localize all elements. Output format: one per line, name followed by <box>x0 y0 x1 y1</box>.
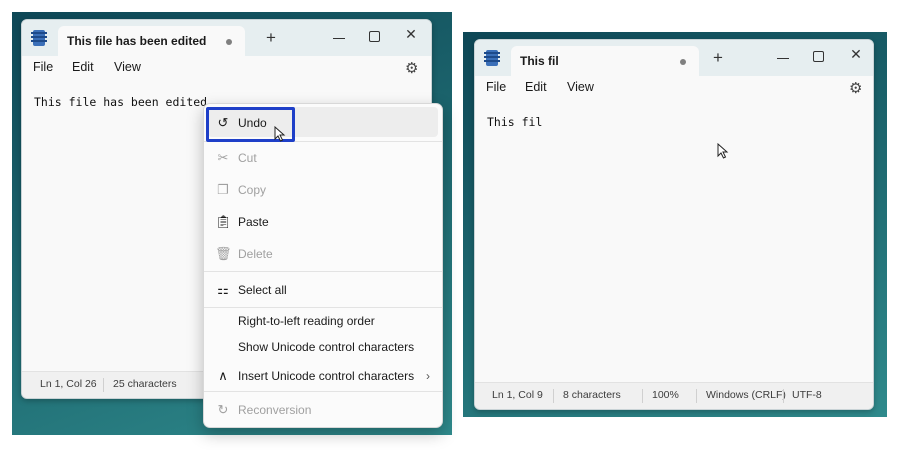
close-icon: ✕ <box>850 46 862 62</box>
menu-item-paste[interactable]: 📋︎ Paste <box>204 209 442 235</box>
cut-label: Cut <box>238 151 257 165</box>
menu-file[interactable]: File <box>33 60 53 74</box>
status-bar: Ln 1, Col 9 8 characters 100% Windows (C… <box>475 382 873 409</box>
menu-item-rtl[interactable]: Right-to-left reading order <box>204 308 442 334</box>
notepad-window-right: This fil + ✕ File Edit View ⚙ This fil L… <box>474 39 874 410</box>
unsaved-dot-icon[interactable] <box>680 59 686 65</box>
status-char-count: 25 characters <box>113 378 177 390</box>
menu-edit[interactable]: Edit <box>72 60 94 74</box>
select-all-label: Select all <box>238 283 287 297</box>
text-editor[interactable]: This fil <box>475 102 873 383</box>
notepad-icon <box>484 50 500 66</box>
menu-divider <box>204 271 442 272</box>
document-tab[interactable]: This file has been edited <box>58 26 245 56</box>
menu-file[interactable]: File <box>486 80 506 94</box>
status-encoding[interactable]: UTF-8 <box>792 389 822 401</box>
delete-label: Delete <box>238 247 273 261</box>
unsaved-dot-icon[interactable] <box>226 39 232 45</box>
new-tab-button[interactable]: + <box>266 29 276 46</box>
menu-divider <box>204 391 442 392</box>
paste-label: Paste <box>238 215 269 229</box>
select-all-icon: ⚏ <box>217 282 229 297</box>
menu-item-select-all[interactable]: ⚏ Select all <box>204 277 442 303</box>
editor-text: This fil <box>487 115 543 129</box>
menu-item-cut[interactable]: ✂ Cut <box>204 145 442 171</box>
title-bar[interactable]: This fil + ✕ <box>475 40 873 76</box>
scissors-icon: ✂ <box>217 150 229 165</box>
status-position: Ln 1, Col 26 <box>40 378 97 390</box>
status-position: Ln 1, Col 9 <box>492 389 543 401</box>
menu-edit[interactable]: Edit <box>525 80 547 94</box>
gear-icon[interactable]: ⚙ <box>849 79 862 97</box>
document-tab[interactable]: This fil <box>511 46 699 76</box>
title-bar[interactable]: This file has been edited + ✕ <box>22 20 431 56</box>
caret-icon: ∧ <box>218 368 228 383</box>
status-zoom[interactable]: 100% <box>652 389 679 401</box>
menu-bar: File Edit View ⚙ <box>22 56 431 82</box>
notepad-icon <box>31 30 47 46</box>
menu-item-show-unicode[interactable]: Show Unicode control characters <box>204 334 442 360</box>
menu-item-delete[interactable]: 🗑︎ Delete <box>204 241 442 267</box>
menu-bar: File Edit View ⚙ <box>475 76 873 102</box>
status-char-count: 8 characters <box>563 389 621 401</box>
chevron-right-icon: › <box>426 369 430 383</box>
menu-item-copy[interactable]: ❐ Copy <box>204 177 442 203</box>
context-menu: ↺ Undo ✂ Cut ❐ Copy 📋︎ Paste 🗑︎ Delete ⚏… <box>203 103 443 428</box>
rtl-label: Right-to-left reading order <box>238 314 375 328</box>
gear-icon[interactable]: ⚙ <box>405 59 418 77</box>
status-divider <box>696 389 697 403</box>
tab-title: This fil <box>520 54 559 68</box>
close-button[interactable]: ✕ <box>401 26 421 43</box>
new-tab-button[interactable]: + <box>713 49 723 66</box>
close-button[interactable]: ✕ <box>846 46 866 63</box>
close-icon: ✕ <box>405 26 417 42</box>
editor-text: This file has been edited <box>34 95 208 109</box>
maximize-icon <box>813 51 824 62</box>
trash-icon: 🗑︎ <box>215 246 232 261</box>
status-divider <box>642 389 643 403</box>
reconversion-label: Reconversion <box>238 403 312 417</box>
insert-unicode-label: Insert Unicode control characters <box>238 369 415 383</box>
copy-label: Copy <box>238 183 267 197</box>
status-divider <box>103 378 104 392</box>
menu-view[interactable]: View <box>114 60 141 74</box>
menu-item-insert-unicode[interactable]: ∧ Insert Unicode control characters › <box>204 363 442 389</box>
copy-icon: ❐ <box>217 182 229 197</box>
maximize-icon <box>369 31 380 42</box>
menu-item-reconversion[interactable]: ↻ Reconversion <box>204 397 442 423</box>
minimize-icon <box>777 58 789 59</box>
minimize-icon <box>333 38 345 39</box>
status-line-ending[interactable]: Windows (CRLF) <box>706 389 786 401</box>
reconversion-icon: ↻ <box>217 402 229 417</box>
status-divider <box>783 389 784 403</box>
clipboard-icon: 📋︎ <box>215 214 232 229</box>
tab-title: This file has been edited <box>67 34 207 48</box>
status-divider <box>553 389 554 403</box>
menu-view[interactable]: View <box>567 80 594 94</box>
show-unicode-label: Show Unicode control characters <box>238 340 415 354</box>
